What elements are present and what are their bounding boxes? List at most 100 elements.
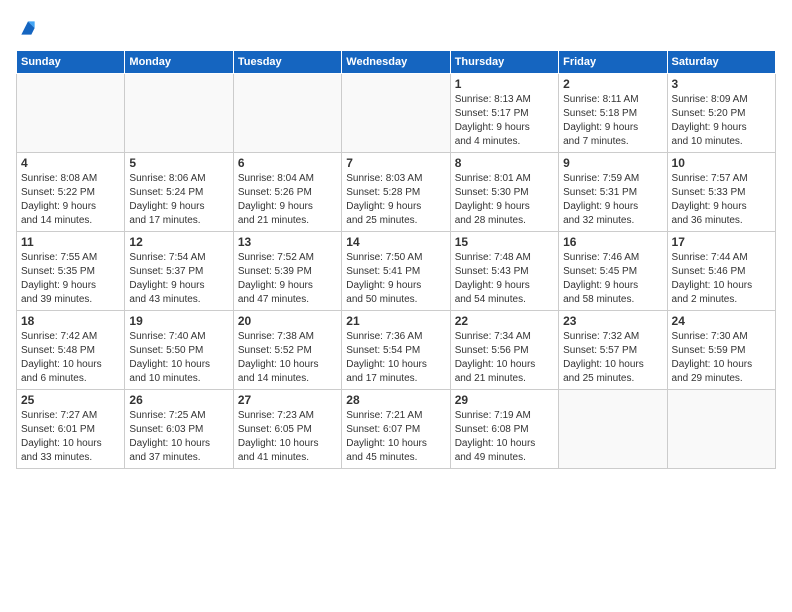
day-number: 13 [238, 235, 337, 249]
day-number: 24 [672, 314, 771, 328]
calendar-header-friday: Friday [559, 51, 667, 74]
day-number: 8 [455, 156, 554, 170]
calendar-cell [559, 390, 667, 469]
logo-text [16, 16, 38, 40]
calendar-header-saturday: Saturday [667, 51, 775, 74]
calendar-cell: 13 Sunrise: 7:52 AM Sunset: 5:39 PM Dayli… [233, 232, 341, 311]
calendar-cell: 19 Sunrise: 7:40 AM Sunset: 5:50 PM Dayli… [125, 311, 233, 390]
calendar-cell: 22 Sunrise: 7:34 AM Sunset: 5:56 PM Dayli… [450, 311, 558, 390]
calendar-header-monday: Monday [125, 51, 233, 74]
day-info: Sunrise: 8:11 AM Sunset: 5:18 PM Dayligh… [563, 93, 662, 149]
day-number: 7 [346, 156, 445, 170]
day-info: Sunrise: 8:06 AM Sunset: 5:24 PM Dayligh… [129, 172, 228, 228]
day-number: 26 [129, 393, 228, 407]
day-info: Sunrise: 7:54 AM Sunset: 5:37 PM Dayligh… [129, 251, 228, 307]
calendar-cell: 8 Sunrise: 8:01 AM Sunset: 5:30 PM Daylig… [450, 153, 558, 232]
day-info: Sunrise: 7:40 AM Sunset: 5:50 PM Dayligh… [129, 330, 228, 386]
day-info: Sunrise: 7:50 AM Sunset: 5:41 PM Dayligh… [346, 251, 445, 307]
calendar-cell: 24Sunrise: 7:30 AM Sunset: 5:59 PM Dayli… [667, 311, 775, 390]
calendar-cell: 25 Sunrise: 7:27 AM Sunset: 6:01 PM Dayli… [17, 390, 125, 469]
day-info: Sunrise: 7:42 AM Sunset: 5:48 PM Dayligh… [21, 330, 120, 386]
calendar-cell: 6 Sunrise: 8:04 AM Sunset: 5:26 PM Daylig… [233, 153, 341, 232]
day-number: 12 [129, 235, 228, 249]
calendar-cell: 21 Sunrise: 7:36 AM Sunset: 5:54 PM Dayli… [342, 311, 450, 390]
day-info: Sunrise: 7:59 AM Sunset: 5:31 PM Dayligh… [563, 172, 662, 228]
calendar-cell [233, 74, 341, 153]
day-number: 11 [21, 235, 120, 249]
page: SundayMondayTuesdayWednesdayThursdayFrid… [0, 0, 792, 612]
calendar-cell: 27 Sunrise: 7:23 AM Sunset: 6:05 PM Dayli… [233, 390, 341, 469]
day-number: 19 [129, 314, 228, 328]
day-info: Sunrise: 8:04 AM Sunset: 5:26 PM Dayligh… [238, 172, 337, 228]
calendar-cell: 15 Sunrise: 7:48 AM Sunset: 5:43 PM Dayli… [450, 232, 558, 311]
calendar-cell: 18 Sunrise: 7:42 AM Sunset: 5:48 PM Dayli… [17, 311, 125, 390]
day-info: Sunrise: 8:13 AM Sunset: 5:17 PM Dayligh… [455, 93, 554, 149]
calendar-cell: 23Sunrise: 7:32 AM Sunset: 5:57 PM Dayli… [559, 311, 667, 390]
day-info: Sunrise: 7:21 AM Sunset: 6:07 PM Dayligh… [346, 409, 445, 465]
day-info: Sunrise: 7:48 AM Sunset: 5:43 PM Dayligh… [455, 251, 554, 307]
day-info: Sunrise: 7:25 AM Sunset: 6:03 PM Dayligh… [129, 409, 228, 465]
day-number: 20 [238, 314, 337, 328]
calendar-cell: 10Sunrise: 7:57 AM Sunset: 5:33 PM Dayli… [667, 153, 775, 232]
day-number: 4 [21, 156, 120, 170]
calendar-cell: 16 Sunrise: 7:46 AM Sunset: 5:45 PM Dayli… [559, 232, 667, 311]
day-number: 2 [563, 77, 662, 91]
header [16, 16, 776, 40]
calendar-cell [17, 74, 125, 153]
day-info: Sunrise: 7:52 AM Sunset: 5:39 PM Dayligh… [238, 251, 337, 307]
day-number: 16 [563, 235, 662, 249]
day-info: Sunrise: 7:57 AM Sunset: 5:33 PM Dayligh… [672, 172, 771, 228]
calendar-cell: 7Sunrise: 8:03 AM Sunset: 5:28 PM Daylig… [342, 153, 450, 232]
calendar-cell: 5 Sunrise: 8:06 AM Sunset: 5:24 PM Daylig… [125, 153, 233, 232]
day-info: Sunrise: 7:46 AM Sunset: 5:45 PM Dayligh… [563, 251, 662, 307]
day-info: Sunrise: 7:19 AM Sunset: 6:08 PM Dayligh… [455, 409, 554, 465]
calendar-week-row: 4 Sunrise: 8:08 AM Sunset: 5:22 PM Daylig… [17, 153, 776, 232]
day-number: 5 [129, 156, 228, 170]
calendar-cell: 20 Sunrise: 7:38 AM Sunset: 5:52 PM Dayli… [233, 311, 341, 390]
calendar-cell [125, 74, 233, 153]
calendar-cell: 2 Sunrise: 8:11 AM Sunset: 5:18 PM Daylig… [559, 74, 667, 153]
day-number: 1 [455, 77, 554, 91]
calendar-cell: 17Sunrise: 7:44 AM Sunset: 5:46 PM Dayli… [667, 232, 775, 311]
day-info: Sunrise: 7:27 AM Sunset: 6:01 PM Dayligh… [21, 409, 120, 465]
calendar-cell: 14Sunrise: 7:50 AM Sunset: 5:41 PM Dayli… [342, 232, 450, 311]
day-info: Sunrise: 8:09 AM Sunset: 5:20 PM Dayligh… [672, 93, 771, 149]
logo [16, 16, 38, 40]
day-info: Sunrise: 7:23 AM Sunset: 6:05 PM Dayligh… [238, 409, 337, 465]
day-info: Sunrise: 7:38 AM Sunset: 5:52 PM Dayligh… [238, 330, 337, 386]
calendar-cell [342, 74, 450, 153]
calendar-cell [667, 390, 775, 469]
day-number: 22 [455, 314, 554, 328]
day-info: Sunrise: 7:34 AM Sunset: 5:56 PM Dayligh… [455, 330, 554, 386]
day-number: 9 [563, 156, 662, 170]
day-info: Sunrise: 8:01 AM Sunset: 5:30 PM Dayligh… [455, 172, 554, 228]
day-number: 25 [21, 393, 120, 407]
day-number: 23 [563, 314, 662, 328]
calendar-week-row: 18 Sunrise: 7:42 AM Sunset: 5:48 PM Dayli… [17, 311, 776, 390]
calendar-week-row: 11 Sunrise: 7:55 AM Sunset: 5:35 PM Dayli… [17, 232, 776, 311]
calendar-cell: 12 Sunrise: 7:54 AM Sunset: 5:37 PM Dayli… [125, 232, 233, 311]
day-number: 29 [455, 393, 554, 407]
day-number: 18 [21, 314, 120, 328]
day-number: 3 [672, 77, 771, 91]
calendar-cell: 1 Sunrise: 8:13 AM Sunset: 5:17 PM Daylig… [450, 74, 558, 153]
day-number: 21 [346, 314, 445, 328]
logo-icon [18, 18, 38, 38]
day-info: Sunrise: 7:36 AM Sunset: 5:54 PM Dayligh… [346, 330, 445, 386]
calendar-week-row: 1 Sunrise: 8:13 AM Sunset: 5:17 PM Daylig… [17, 74, 776, 153]
day-info: Sunrise: 7:55 AM Sunset: 5:35 PM Dayligh… [21, 251, 120, 307]
calendar-header-tuesday: Tuesday [233, 51, 341, 74]
calendar-cell: 3 Sunrise: 8:09 AM Sunset: 5:20 PM Daylig… [667, 74, 775, 153]
calendar-cell: 29 Sunrise: 7:19 AM Sunset: 6:08 PM Dayli… [450, 390, 558, 469]
calendar-cell: 26 Sunrise: 7:25 AM Sunset: 6:03 PM Dayli… [125, 390, 233, 469]
calendar-header-wednesday: Wednesday [342, 51, 450, 74]
day-number: 27 [238, 393, 337, 407]
day-number: 28 [346, 393, 445, 407]
calendar-header-sunday: Sunday [17, 51, 125, 74]
calendar-table: SundayMondayTuesdayWednesdayThursdayFrid… [16, 50, 776, 469]
day-number: 6 [238, 156, 337, 170]
day-number: 17 [672, 235, 771, 249]
day-info: Sunrise: 8:08 AM Sunset: 5:22 PM Dayligh… [21, 172, 120, 228]
day-number: 15 [455, 235, 554, 249]
calendar-cell: 9 Sunrise: 7:59 AM Sunset: 5:31 PM Daylig… [559, 153, 667, 232]
